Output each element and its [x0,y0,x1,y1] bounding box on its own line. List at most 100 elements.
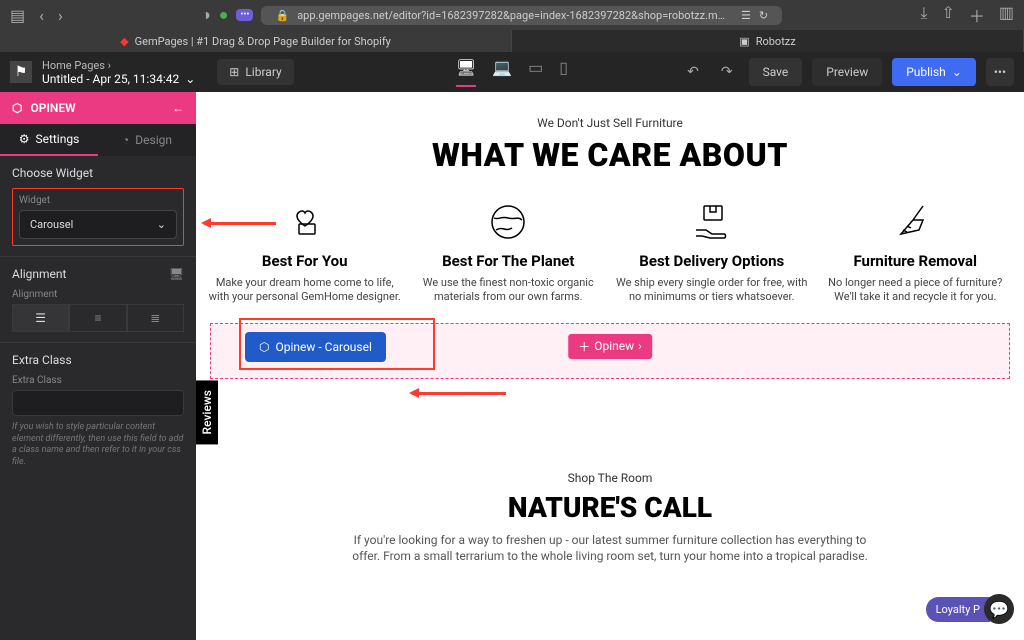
nav-back-icon[interactable]: ‹ [39,6,44,25]
menu-dots-icon[interactable]: ••• [236,9,253,21]
app-logo[interactable]: ⚑ [10,61,32,83]
chevron-down-icon: ⌄ [952,65,962,79]
sidebar-toggle-icon[interactable]: ▤ [10,6,25,25]
section-heading: NATURE'S CALL [236,491,984,524]
panel-title: Alignment🖥 [12,267,184,281]
panel-alignment: Alignment🖥 Alignment ☰ ≡ ≣ [0,257,196,343]
tab-design[interactable]: ◔Design [98,124,196,156]
feature-desc: We ship every single order for free, wit… [613,276,811,305]
device-icon[interactable]: 🖥 [169,267,184,281]
share-icon[interactable]: ⇧ [941,3,954,27]
newtab-icon[interactable]: ＋ [969,3,985,27]
url-bar[interactable]: 🔒 app.gempages.net/editor?id=1682397282&… [261,6,782,25]
panel-choose-widget: Choose Widget Widget Carousel ⌄ [0,156,196,257]
feature-desc: We use the finest non-toxic organic mate… [410,276,608,305]
url-text: app.gempages.net/editor?id=1682397282&pa… [297,9,725,22]
feature-title: Best For The Planet [410,252,608,270]
widget-label: Widget [19,195,177,206]
panel-extra-class: Extra Class Extra Class If you wish to s… [0,343,196,479]
panel-title: Extra Class [12,353,184,367]
align-center[interactable]: ≡ [69,304,126,332]
align-left[interactable]: ☰ [12,304,69,332]
sidebar: ⬡ OPINEW ← ⚙Settings ◔Design Choose Widg… [0,92,196,640]
feature-item: Best For You Make your dream home come t… [206,198,404,305]
gear-icon: ⚙ [19,132,30,146]
publish-button[interactable]: Publish⌄ [892,58,976,86]
extra-class-hint: If you wish to style particular content … [12,422,184,469]
section-subtitle: Shop The Room [236,471,984,485]
feature-item: Best Delivery Options We ship every sing… [613,198,811,305]
device-switcher: 🖥 💻 ▭ ▯ [456,58,568,87]
more-button[interactable]: ••• [986,58,1014,86]
redo-icon[interactable]: ↷ [715,64,739,80]
annotation-arrow [412,392,506,395]
chevron-down-icon: ⌄ [185,72,195,86]
feature-desc: Make your dream home come to life, with … [206,276,404,305]
hex-icon: ⬡ [259,340,269,354]
back-arrow-icon[interactable]: ← [172,101,184,115]
box-hand-icon [613,198,811,246]
nav-fwd-icon[interactable]: › [58,6,63,25]
site-dot-icon: ● [219,5,229,25]
lock-icon: 🔒 [275,9,289,22]
browser-tabs: ◆GemPages | #1 Drag & Drop Page Builder … [0,30,1024,52]
grid-icon: ⊞ [229,65,239,79]
browser-toolbar: ▤ ‹ › ◑ ● ••• 🔒 app.gempages.net/editor?… [0,0,1024,30]
tabs-icon[interactable]: ▥ [999,3,1014,27]
opinew-element-label[interactable]: ＋ Opinew › [568,334,652,359]
feature-title: Furniture Removal [817,252,1015,270]
app-topbar: ⚑ Home Pages › Untitled - Apr 25, 11:34:… [0,52,1024,92]
feature-title: Best For You [206,252,404,270]
chevron-down-icon: ⌄ [157,218,166,231]
palette-icon: ◔ [122,133,129,147]
feature-item: Best For The Planet We use the finest no… [410,198,608,305]
loyalty-widget[interactable]: Loyalty P 💬 [926,594,1014,624]
align-label: Alignment [12,289,184,300]
extra-class-label: Extra Class [12,375,184,386]
library-button[interactable]: ⊞Library [217,59,293,85]
tab-settings[interactable]: ⚙Settings [0,124,98,156]
feature-row: Best For You Make your dream home come t… [196,184,1024,319]
reader-icon[interactable]: ☰ [741,9,751,22]
canvas: We Don't Just Sell Furniture WHAT WE CAR… [196,92,1024,640]
align-right[interactable]: ≣ [127,304,184,332]
desktop-icon[interactable]: 🖥 [456,58,476,87]
chevron-right-icon: › [638,339,642,353]
section-heading: WHAT WE CARE ABOUT [226,136,994,174]
panel-title: Choose Widget [12,166,184,180]
page-title[interactable]: Untitled - Apr 25, 11:34:42⌄ [42,72,195,86]
download-icon[interactable]: ⤓ [920,3,927,27]
sidebar-header: ⬡ OPINEW ← [0,92,196,124]
panel-tabs: ⚙Settings ◔Design [0,124,196,156]
plus-icon: ＋ [578,338,590,355]
preview-button[interactable]: Preview [812,58,882,86]
workspace: ⬡ OPINEW ← ⚙Settings ◔Design Choose Widg… [0,92,1024,640]
section-subtitle: We Don't Just Sell Furniture [226,116,994,130]
laptop-icon[interactable]: 💻 [492,58,512,87]
hex-icon: ⬡ [12,101,22,115]
undo-icon[interactable]: ↶ [681,64,705,80]
reload-icon[interactable]: ↻ [759,9,768,22]
widget-select[interactable]: Carousel ⌄ [19,210,177,239]
feature-item: Furniture Removal No longer need a piece… [817,198,1015,305]
save-button[interactable]: Save [749,58,803,86]
opinew-carousel-badge[interactable]: ⬡ Opinew - Carousel [245,332,386,362]
tab-robotzz[interactable]: ▣Robotzz [512,30,1024,52]
tablet-icon[interactable]: ▭ [528,58,543,87]
globe-icon [410,198,608,246]
align-row: ☰ ≡ ≣ [12,304,184,332]
feature-desc: No longer need a piece of furniture? We'… [817,276,1015,305]
section-care: We Don't Just Sell Furniture WHAT WE CAR… [196,92,1024,184]
annotation-arrow [204,222,276,225]
breadcrumb[interactable]: Home Pages › [42,59,195,72]
tab-gempages[interactable]: ◆GemPages | #1 Drag & Drop Page Builder … [0,30,512,52]
mobile-icon[interactable]: ▯ [559,58,568,87]
feature-title: Best Delivery Options [613,252,811,270]
shield-icon: ◑ [201,5,211,25]
chat-icon[interactable]: 💬 [984,594,1014,624]
extra-class-input[interactable] [12,390,184,416]
section-paragraph: If you're looking for a way to freshen u… [340,532,880,566]
reviews-tab[interactable]: Reviews [196,380,218,444]
opinew-drop-zone[interactable]: ⬡ Opinew - Carousel ＋ Opinew › [210,323,1010,379]
broom-icon [817,198,1015,246]
